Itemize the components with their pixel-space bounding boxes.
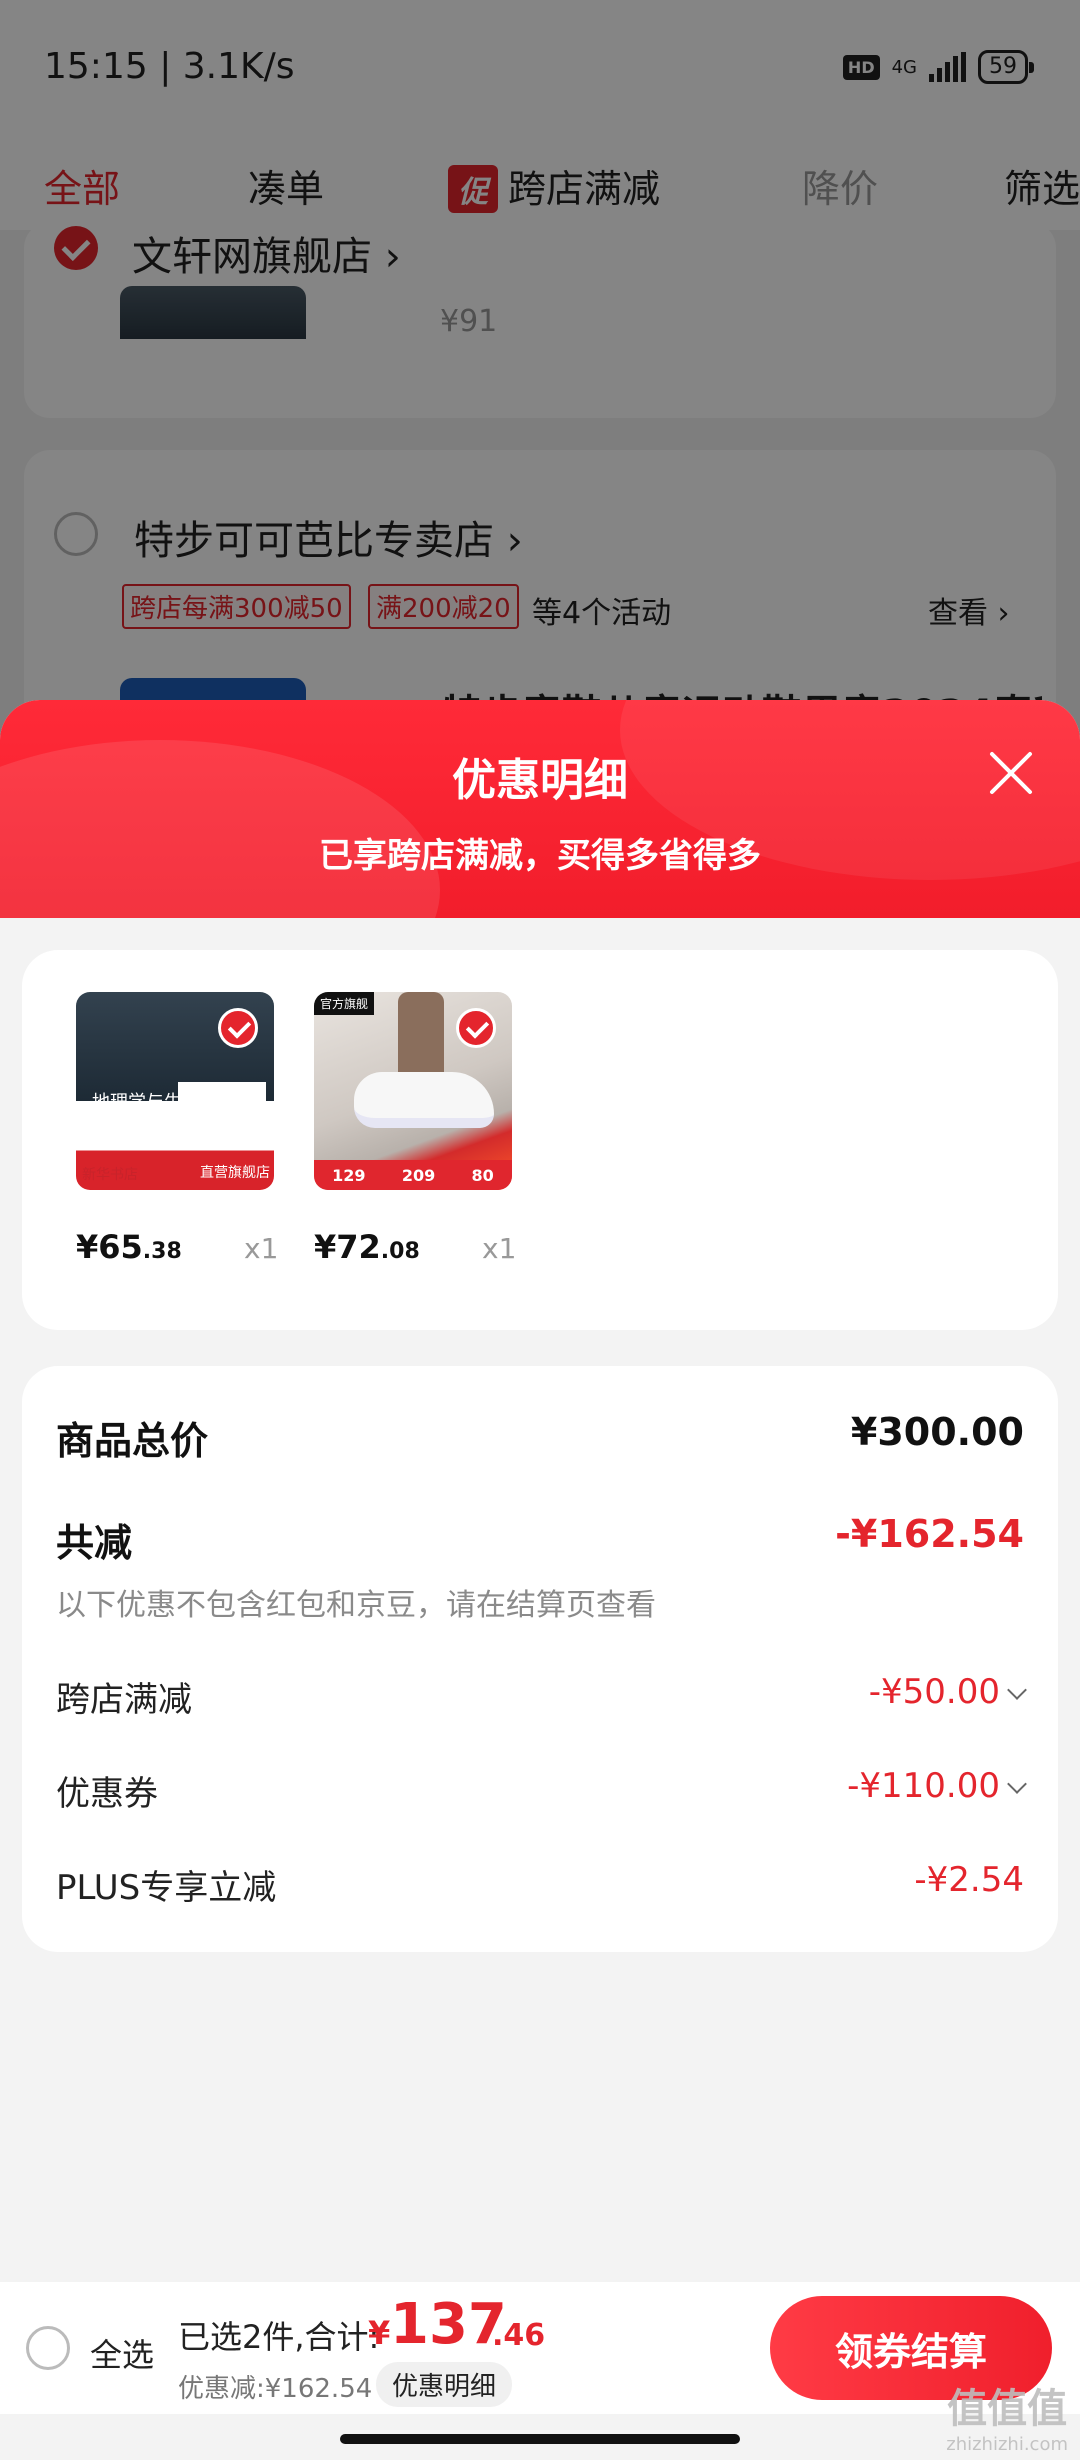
- coupon-discount-row[interactable]: 优惠券 -¥110.00: [56, 1766, 1027, 1816]
- discount-label: PLUS专享立减: [56, 1868, 277, 1908]
- select-all-label[interactable]: 全选: [90, 2330, 154, 2376]
- total-price-label: 商品总价: [56, 1419, 209, 1463]
- product-quantity: x1: [244, 1232, 279, 1265]
- watermark-logo: 值值值 zhizhizhi.com: [946, 2386, 1068, 2455]
- product-image[interactable]: 地理学与生活 新华书店 直营旗舰店: [76, 992, 274, 1190]
- selected-check-icon: [218, 1008, 258, 1048]
- chevron-down-icon[interactable]: [1007, 1774, 1027, 1794]
- plus-discount-row: PLUS专享立减 -¥2.54: [56, 1860, 1024, 1910]
- price-summary-card: 商品总价 ¥300.00 共减 -¥162.54 以下优惠不包含红包和京豆，请在…: [22, 1366, 1058, 1952]
- discount-value: -¥2.54: [914, 1860, 1024, 1900]
- chevron-down-icon[interactable]: [1007, 1680, 1027, 1700]
- total-amount: 137: [390, 2292, 507, 2357]
- discount-detail-sheet: 优惠明细 已享跨店满减，买得多省得多 地理学与生活 新华书店 直营旗舰店 ¥65…: [0, 700, 1080, 2460]
- selected-count: 已选2件,合计:: [178, 2318, 380, 2356]
- discount-label: 优惠券: [56, 1774, 158, 1814]
- product-price: ¥65.38: [76, 1228, 182, 1266]
- cross-store-discount-row[interactable]: 跨店满减 -¥50.00: [56, 1672, 1027, 1722]
- sheet-subtitle: 已享跨店满减，买得多省得多: [319, 836, 761, 876]
- home-indicator[interactable]: [340, 2434, 740, 2444]
- product-item[interactable]: 地理学与生活 新华书店 直营旗舰店 ¥65.38 x1: [76, 992, 306, 1266]
- total-reduction-value: -¥162.54: [835, 1512, 1024, 1556]
- selected-products-card: 地理学与生活 新华书店 直营旗舰店 ¥65.38 x1 官方旗舰 129 209…: [22, 950, 1058, 1330]
- checkout-bar: 全选 已选2件,合计: ¥ 137 .46 优惠减:¥162.54 优惠明细 领…: [0, 2282, 1080, 2414]
- modal-backdrop[interactable]: [0, 0, 1080, 720]
- close-icon[interactable]: [986, 748, 1036, 798]
- selected-check-icon: [456, 1008, 496, 1048]
- discount-note: 以下优惠不包含红包和京豆，请在结算页查看: [56, 1588, 656, 1623]
- product-price: ¥72.08: [314, 1228, 420, 1266]
- total-reduction-label: 共减: [56, 1521, 133, 1565]
- select-all-checkbox[interactable]: [26, 2326, 70, 2370]
- discount-value: -¥50.00: [869, 1672, 1027, 1712]
- discount-label: 跨店满减: [56, 1680, 192, 1720]
- total-amount-decimal: .46: [492, 2318, 546, 2353]
- brand-tag: 官方旗舰: [314, 992, 375, 1015]
- total-price-value: ¥300.00: [850, 1410, 1024, 1454]
- store-logo-text: 新华书店: [82, 1167, 138, 1183]
- product-item[interactable]: 官方旗舰 129 209 80 ¥72.08 x1: [314, 992, 544, 1266]
- store-type-text: 直营旗舰店: [200, 1165, 270, 1181]
- promo-strip: 129 209 80: [314, 1160, 512, 1190]
- discount-detail-button[interactable]: 优惠明细: [376, 2362, 513, 2407]
- saved-amount: 优惠减:¥162.54: [178, 2374, 373, 2404]
- product-quantity: x1: [482, 1232, 517, 1265]
- sheet-title: 优惠明细: [452, 755, 628, 806]
- total-currency: ¥: [368, 2314, 391, 2352]
- discount-value: -¥110.00: [847, 1766, 1027, 1806]
- sheet-header: 优惠明细 已享跨店满减，买得多省得多: [0, 700, 1080, 918]
- cart-background: 15:15 | 3.1K/s HD 4G 59 全部 凑单 促跨店满减 降价 筛…: [0, 0, 1080, 740]
- product-image[interactable]: 官方旗舰 129 209 80: [314, 992, 512, 1190]
